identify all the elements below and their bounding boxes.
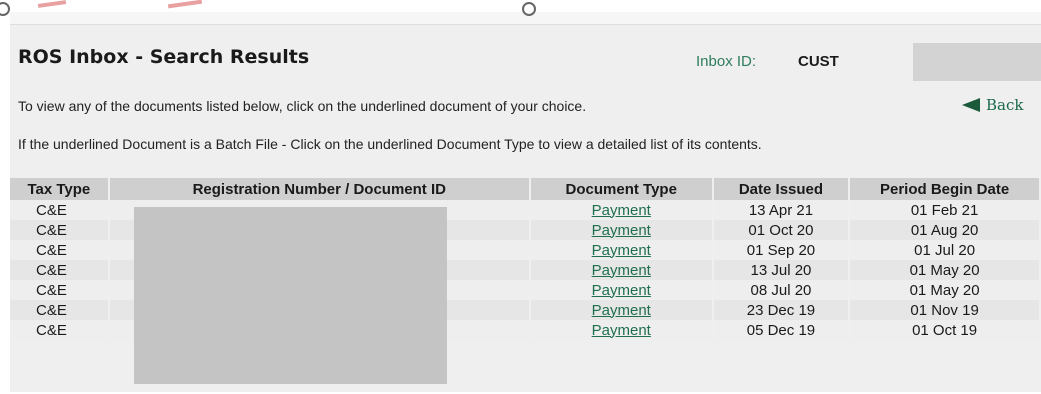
document-type-link[interactable]: Payment (592, 202, 651, 219)
cell-document-type: Payment (529, 200, 714, 220)
document-type-link[interactable]: Payment (592, 242, 651, 259)
header-document-type: Document Type (529, 178, 714, 200)
radio-icon (522, 2, 536, 16)
cell-period-begin: 01 Feb 21 (849, 200, 1041, 220)
cell-period-begin: 01 May 20 (849, 260, 1041, 280)
cell-period-begin: 01 Oct 19 (849, 320, 1041, 340)
cell-tax-type: C&E (10, 220, 110, 240)
cell-period-begin: 01 Jul 20 (849, 240, 1041, 260)
page-title: ROS Inbox - Search Results (18, 46, 310, 68)
cell-period-begin: 01 May 20 (849, 280, 1041, 300)
cell-document-type: Payment (529, 300, 714, 320)
document-type-link[interactable]: Payment (592, 222, 651, 239)
radio-icon (0, 2, 10, 16)
cell-date-issued: 01 Sep 20 (712, 240, 851, 260)
cell-document-type: Payment (529, 260, 714, 280)
document-type-link[interactable]: Payment (592, 322, 651, 339)
inbox-id-redaction (913, 43, 1041, 81)
cell-tax-type: C&E (10, 320, 110, 340)
back-button[interactable]: Back (962, 96, 1023, 114)
cell-date-issued: 13 Jul 20 (712, 260, 851, 280)
document-type-link[interactable]: Payment (592, 302, 651, 319)
back-label: Back (986, 96, 1024, 114)
back-arrow-icon (962, 98, 980, 112)
cell-tax-type: C&E (10, 200, 110, 220)
cell-document-type: Payment (529, 320, 714, 340)
cell-date-issued: 23 Dec 19 (712, 300, 851, 320)
cell-date-issued: 05 Dec 19 (712, 320, 851, 340)
document-type-link[interactable]: Payment (592, 282, 651, 299)
registration-number-redaction (134, 207, 447, 384)
inbox-id-label: Inbox ID: (696, 53, 757, 70)
cell-date-issued: 01 Oct 20 (712, 220, 851, 240)
decorative-mark (167, 0, 203, 9)
cell-tax-type: C&E (10, 260, 110, 280)
cell-document-type: Payment (529, 280, 714, 300)
cell-document-type: Payment (529, 220, 714, 240)
cell-period-begin: 01 Aug 20 (849, 220, 1041, 240)
instruction-text: To view any of the documents listed belo… (18, 98, 587, 114)
cell-tax-type: C&E (10, 300, 110, 320)
header-period-begin-date: Period Begin Date (849, 178, 1041, 200)
header-date-issued: Date Issued (712, 178, 851, 200)
header-tax-type: Tax Type (10, 178, 110, 200)
header-registration-number: Registration Number / Document ID (108, 178, 531, 200)
inbox-id-value: CUST (798, 53, 839, 70)
cell-date-issued: 13 Apr 21 (712, 200, 851, 220)
document-type-link[interactable]: Payment (592, 262, 651, 279)
batch-instruction-text: If the underlined Document is a Batch Fi… (18, 136, 762, 152)
cell-date-issued: 08 Jul 20 (712, 280, 851, 300)
cell-document-type: Payment (529, 240, 714, 260)
top-strip (0, 0, 1041, 12)
table-header-row: Tax Type Registration Number / Document … (10, 178, 1041, 200)
cell-period-begin: 01 Nov 19 (849, 300, 1041, 320)
decorative-mark (37, 0, 67, 8)
cell-tax-type: C&E (10, 240, 110, 260)
cell-tax-type: C&E (10, 280, 110, 300)
